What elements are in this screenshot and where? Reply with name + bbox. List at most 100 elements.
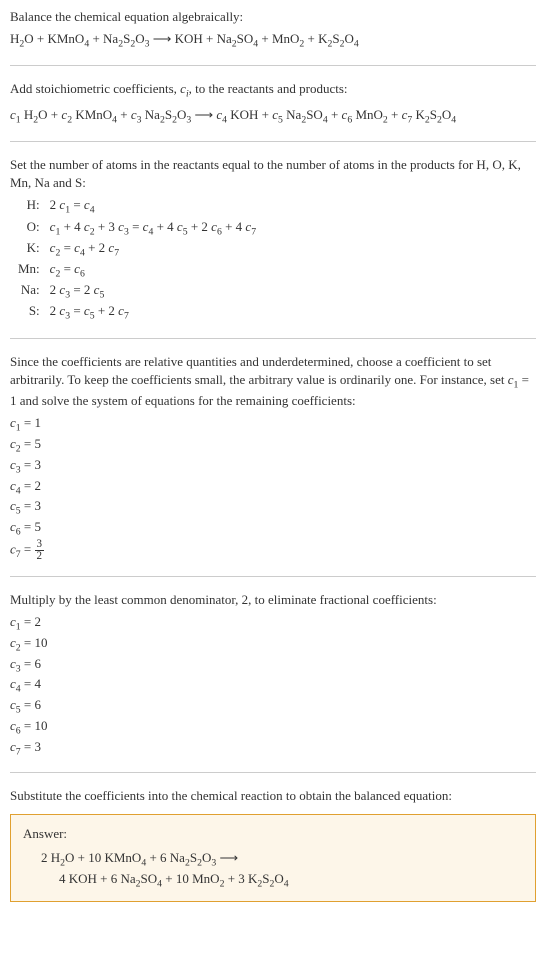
eq-part: O bbox=[274, 871, 283, 886]
table-row: H: 2 c1 = c4 bbox=[14, 196, 260, 217]
eq-part: ⟶ bbox=[191, 107, 216, 122]
eq-part: = bbox=[60, 261, 74, 276]
table-row: S: 2 c3 = c5 + 2 c7 bbox=[14, 302, 260, 323]
coef-row: c4 = 4 bbox=[10, 675, 536, 696]
eq-part: + 2 bbox=[95, 303, 119, 318]
table-row: O: c1 + 4 c2 + 3 c3 = c4 + 4 c5 + 2 c6 +… bbox=[14, 218, 260, 239]
eq-part: + 2 bbox=[85, 240, 109, 255]
coef-row: c7 = 3 bbox=[10, 738, 536, 759]
text-part: Add stoichiometric coefficients, bbox=[10, 81, 180, 96]
coef-val: = 2 bbox=[21, 478, 41, 493]
eq-part: O bbox=[177, 107, 186, 122]
eq-part: Na bbox=[142, 107, 160, 122]
eq-part: ⟶ KOH + Na bbox=[149, 31, 231, 46]
eq-part: O bbox=[345, 31, 354, 46]
answer-label: Answer: bbox=[23, 825, 523, 843]
coef-val: = 5 bbox=[21, 436, 41, 451]
eq-part: 2 bbox=[50, 303, 60, 318]
eq-part: O + KMnO bbox=[24, 31, 84, 46]
eq-part: = 2 bbox=[70, 282, 94, 297]
subscript: 7 bbox=[124, 311, 129, 322]
answer-box: Answer: 2 H2O + 10 KMnO4 + 6 Na2S2O3 ⟶ 4… bbox=[10, 814, 536, 903]
coef-row: c6 = 10 bbox=[10, 717, 536, 738]
coef-val: = 10 bbox=[21, 635, 48, 650]
balance-eq: 2 c3 = 2 c5 bbox=[46, 281, 260, 302]
eq-part: O bbox=[135, 31, 144, 46]
eq-part: + bbox=[117, 107, 131, 122]
coef-row: c2 = 5 bbox=[10, 435, 536, 456]
eq-part: 2 H bbox=[41, 850, 60, 865]
text-part: , to the reactants and products: bbox=[189, 81, 348, 96]
eq-part: Na bbox=[283, 107, 301, 122]
balance-eq: c2 = c4 + 2 c7 bbox=[46, 239, 260, 260]
coef-equation: c1 H2O + c2 KMnO4 + c3 Na2S2O3 ⟶ c4 KOH … bbox=[10, 106, 536, 127]
unbalanced-equation: H2O + KMnO4 + Na2S2O3 ⟶ KOH + Na2SO4 + M… bbox=[10, 30, 536, 51]
balance-eq: 2 c3 = c5 + 2 c7 bbox=[46, 302, 260, 323]
section-atom-balance: Set the number of atoms in the reactants… bbox=[10, 156, 536, 339]
eq-part: + MnO bbox=[258, 31, 299, 46]
coef-row: c3 = 3 bbox=[10, 456, 536, 477]
eq-part: MnO bbox=[352, 107, 383, 122]
eq-part: = bbox=[60, 240, 74, 255]
element-label: S: bbox=[14, 302, 46, 323]
section-stoich-coeffs: Add stoichiometric coefficients, ci, to … bbox=[10, 80, 536, 141]
element-label: Na: bbox=[14, 281, 46, 302]
coef-val: = 10 bbox=[21, 718, 48, 733]
eq-line-1: 2 H2O + 10 KMnO4 + 6 Na2S2O3 ⟶ bbox=[41, 849, 523, 870]
eq-part: S bbox=[332, 31, 339, 46]
eq-part: SO bbox=[141, 871, 158, 886]
coef-val: = 1 bbox=[21, 415, 41, 430]
section-answer: Substitute the coefficients into the che… bbox=[10, 787, 536, 902]
eq-part: + 4 bbox=[60, 219, 84, 234]
balance-eq: 2 c1 = c4 bbox=[46, 196, 260, 217]
eq-part: + bbox=[388, 107, 402, 122]
element-label: K: bbox=[14, 239, 46, 260]
intro-text: Set the number of atoms in the reactants… bbox=[10, 156, 536, 192]
text-part: Since the coefficients are relative quan… bbox=[10, 354, 508, 387]
section-solve-c1: Since the coefficients are relative quan… bbox=[10, 353, 536, 577]
eq-part: 2 bbox=[50, 197, 60, 212]
eq-part: H bbox=[10, 31, 19, 46]
subscript: 4 bbox=[451, 114, 456, 125]
coef-val: = 6 bbox=[21, 656, 41, 671]
intro-text: Add stoichiometric coefficients, ci, to … bbox=[10, 80, 536, 101]
coef-row: c4 = 2 bbox=[10, 477, 536, 498]
balance-eq: c2 = c6 bbox=[46, 260, 260, 281]
eq-part: S bbox=[165, 107, 172, 122]
balanced-equation: 2 H2O + 10 KMnO4 + 6 Na2S2O3 ⟶ 4 KOH + 6… bbox=[23, 849, 523, 891]
table-row: Na: 2 c3 = 2 c5 bbox=[14, 281, 260, 302]
eq-part: + K bbox=[304, 31, 327, 46]
intro-text: Substitute the coefficients into the che… bbox=[10, 787, 536, 805]
coef-row: c5 = 3 bbox=[10, 497, 536, 518]
coef-val: = 3 bbox=[21, 498, 41, 513]
eq-line-2: 4 KOH + 6 Na2SO4 + 10 MnO2 + 3 K2S2O4 bbox=[41, 870, 523, 891]
subscript: 5 bbox=[99, 290, 104, 301]
coef-val: = bbox=[21, 541, 35, 556]
coef-row: c1 = 2 bbox=[10, 613, 536, 634]
coef-row: c6 = 5 bbox=[10, 518, 536, 539]
intro-text: Balance the chemical equation algebraica… bbox=[10, 8, 536, 26]
eq-part: S bbox=[190, 850, 197, 865]
intro-text: Since the coefficients are relative quan… bbox=[10, 353, 536, 411]
element-label: Mn: bbox=[14, 260, 46, 281]
coef-val: = 4 bbox=[21, 676, 41, 691]
eq-part: K bbox=[412, 107, 425, 122]
eq-part: + bbox=[328, 107, 342, 122]
coef-row: c2 = 10 bbox=[10, 634, 536, 655]
coef-row: c7 = 32 bbox=[10, 539, 536, 562]
eq-part: O + 10 KMnO bbox=[65, 850, 141, 865]
eq-part: + 10 MnO bbox=[162, 871, 220, 886]
eq-part: + 6 Na bbox=[146, 850, 185, 865]
coefficient-list: c1 = 1 c2 = 5 c3 = 3 c4 = 2 c5 = 3 c6 = … bbox=[10, 414, 536, 562]
eq-part: ⟶ bbox=[216, 850, 238, 865]
section-lcm: Multiply by the least common denominator… bbox=[10, 591, 536, 773]
coef-val: = 3 bbox=[21, 739, 41, 754]
eq-part: SO bbox=[237, 31, 254, 46]
eq-part: 4 KOH + 6 Na bbox=[59, 871, 136, 886]
eq-part: + 4 bbox=[153, 219, 177, 234]
subscript: 6 bbox=[80, 269, 85, 280]
eq-part: S bbox=[430, 107, 437, 122]
eq-part: O bbox=[442, 107, 451, 122]
eq-part: KMnO bbox=[72, 107, 112, 122]
coef-row: c3 = 6 bbox=[10, 655, 536, 676]
